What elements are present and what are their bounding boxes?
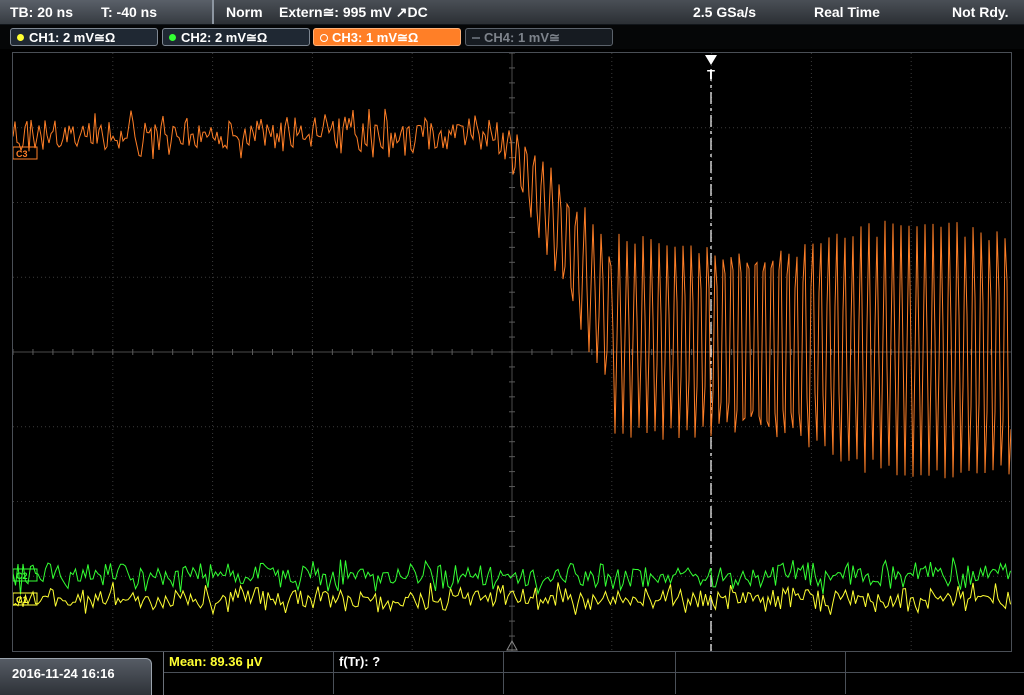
measurement-slot-7[interactable]	[334, 673, 504, 694]
channel-4-button[interactable]: CH4: 1 mV≅	[465, 28, 613, 46]
measurement-slot-9[interactable]	[676, 673, 846, 694]
measurement-slot-4[interactable]	[676, 652, 846, 673]
sample-rate: 2.5 GSa/s	[693, 4, 757, 20]
channel-3-button[interactable]: CH3: 1 mV≅Ω	[313, 28, 461, 46]
channel-4-label: CH4: 1 mV≅	[484, 30, 560, 45]
channel-1-label: CH1: 2 mV≅Ω	[29, 30, 116, 45]
channel-2-indicator-icon	[169, 34, 176, 41]
channel-bar: CH1: 2 mV≅Ω CH2: 2 mV≅Ω CH3: 1 mV≅Ω CH4:…	[0, 25, 1024, 49]
timebase-panel[interactable]: TB: 20 ns T: -40 ns	[0, 0, 214, 24]
waveform-display[interactable]: T C3 C2 C1	[12, 52, 1012, 652]
status-bar: TB: 20 ns T: -40 ns Norm Extern≅: 995 mV…	[0, 0, 1024, 25]
trigger-arrow-icon[interactable]	[705, 55, 717, 65]
channel-3-offset-marker[interactable]: C3	[12, 146, 38, 160]
channel-4-indicator-icon	[472, 37, 480, 39]
channel-2-offset-marker[interactable]: C2	[12, 568, 38, 582]
mean-measurement[interactable]: Mean: 89.36 µV	[164, 652, 334, 673]
channel-2-button[interactable]: CH2: 2 mV≅Ω	[162, 28, 310, 46]
channel-1-indicator-icon	[17, 34, 24, 41]
datetime-display: 2016-11-24 16:16	[0, 658, 152, 695]
svg-text:C3: C3	[16, 149, 28, 159]
measurement-slot-3[interactable]	[504, 652, 676, 673]
footer-bar: 2016-11-24 16:16 Mean: 89.36 µV f(Tr): ?	[0, 652, 1024, 695]
timebase-value: TB: 20 ns	[10, 4, 74, 20]
waveform-canvas[interactable]: T C3 C2 C1	[12, 52, 1012, 651]
svg-text:C1: C1	[16, 595, 28, 605]
channel-3-label: CH3: 1 mV≅Ω	[332, 30, 419, 45]
trigger-mode[interactable]: Norm	[226, 0, 263, 24]
svg-text:C2: C2	[16, 571, 28, 581]
measurement-slot-6[interactable]	[164, 673, 334, 694]
trigger-frequency-measurement[interactable]: f(Tr): ?	[334, 652, 504, 673]
measurement-slot-8[interactable]	[504, 673, 676, 694]
datetime-text: 2016-11-24 16:16	[12, 666, 115, 681]
trigger-state: Not Rdy.	[952, 4, 1009, 20]
trigger-time-value: T: -40 ns	[101, 4, 158, 20]
acquisition-mode[interactable]: Real Time	[814, 0, 880, 24]
measurement-slot-5[interactable]	[846, 652, 1024, 673]
channel-3-indicator-icon	[320, 34, 328, 42]
measurement-slot-10[interactable]	[846, 673, 1024, 694]
channel-1-button[interactable]: CH1: 2 mV≅Ω	[10, 28, 158, 46]
graticule	[12, 52, 1011, 651]
measurement-table[interactable]: Mean: 89.36 µV f(Tr): ?	[163, 652, 1024, 695]
trigger-marker-label: T	[707, 67, 715, 82]
channel-2-label: CH2: 2 mV≅Ω	[181, 30, 268, 45]
trigger-source[interactable]: Extern≅: 995 mV ↗DC	[279, 0, 428, 24]
